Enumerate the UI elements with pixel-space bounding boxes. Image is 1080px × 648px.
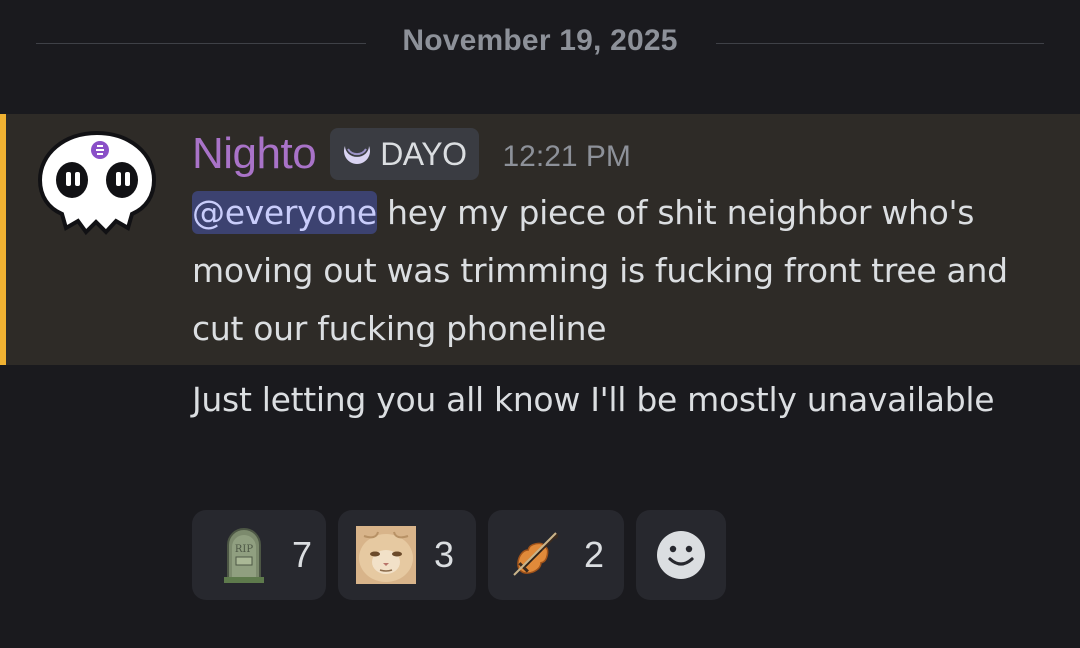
reaction-count: 2 [584, 534, 605, 575]
everyone-mention[interactable]: @everyone [192, 191, 377, 234]
username[interactable]: Nighto [192, 129, 317, 179]
server-tag-label: DAYO [380, 135, 467, 172]
date-divider: November 19, 2025 [36, 22, 1044, 66]
crescent-moon-icon [344, 146, 371, 164]
reaction-count: 7 [292, 534, 313, 575]
add-reaction-button[interactable] [636, 510, 726, 600]
violin-emoji [506, 525, 566, 585]
reaction-count: 3 [434, 534, 455, 575]
skull-avatar-icon [37, 130, 157, 236]
smiley-add-reaction-icon [657, 531, 705, 579]
timestamp[interactable]: 12:21 PM [503, 140, 631, 174]
server-tag[interactable]: DAYO [330, 128, 479, 180]
reaction-tombstone[interactable]: RIP 7 [192, 510, 326, 600]
message-content: @everyone hey my piece of shit neighbor … [192, 184, 1062, 358]
message-header: Nighto DAYO 12:21 PM [192, 124, 631, 184]
cat-face-emoji [356, 525, 416, 585]
reaction-violin[interactable]: 2 [488, 510, 624, 600]
reaction-cat[interactable]: 3 [338, 510, 476, 600]
mention-highlight-bar [0, 114, 6, 365]
divider-date: November 19, 2025 [402, 24, 678, 57]
message-content-followup: Just letting you all know I'll be mostly… [192, 380, 995, 419]
svg-text:RIP: RIP [235, 544, 253, 555]
avatar[interactable] [36, 128, 158, 238]
reactions-bar: RIP 7 3 2 [192, 510, 726, 600]
divider-line-right [716, 43, 1044, 44]
tombstone-rip-emoji: RIP [214, 525, 274, 585]
